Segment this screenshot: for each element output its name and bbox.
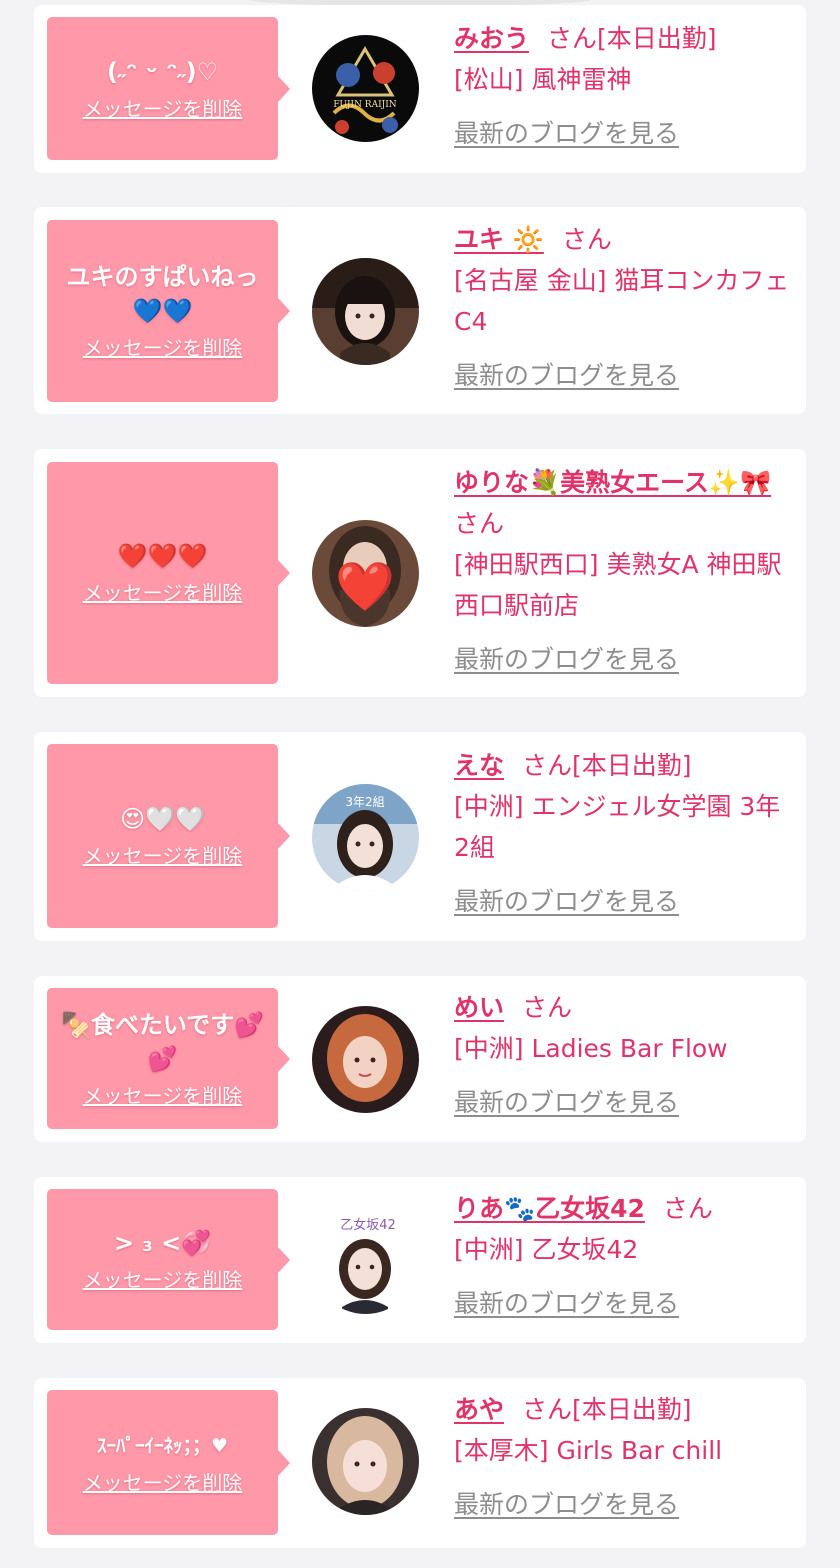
message-text: 😍🤍🤍 xyxy=(120,805,205,833)
delete-message-link[interactable]: メッセージを削除 xyxy=(83,95,243,123)
cast-info: あや さん[本日出勤] [本厚木] Girls Bar chill 最新のブログを… xyxy=(454,1389,792,1525)
avatar[interactable]: 3年2組 xyxy=(312,784,419,891)
message-bubble: 😍🤍🤍 メッセージを削除 xyxy=(47,744,290,928)
message-card: 😍🤍🤍 メッセージを削除 3年2組 えな さん[本日出勤] [中洲] エンジェル女… xyxy=(34,732,806,941)
cast-info: えな さん[本日出勤] [中洲] エンジェル女学園 3年2組 最新のブログを見る xyxy=(454,745,792,922)
delete-message-link[interactable]: メッセージを削除 xyxy=(83,1469,243,1497)
honorific: さん xyxy=(522,993,573,1022)
honorific: さん xyxy=(547,24,598,53)
message-text: 🍢食べたいです💕💕 xyxy=(60,1010,265,1073)
avatar-logo-text: FUJIN RAIJIN xyxy=(333,100,396,110)
message-text: (˶ᵔ ᵕ ᵔ˶)♡ xyxy=(106,57,219,86)
shop-name: [名古屋 金山] 猫耳コンカフェ C4 xyxy=(454,266,790,336)
honorific: さん xyxy=(522,1395,573,1424)
latest-blog-link[interactable]: 最新のブログを見る xyxy=(454,1283,679,1324)
cast-info: りあ🐾乙女坂42 さん [中洲] 乙女坂42 最新のブログを見る xyxy=(454,1188,792,1324)
cast-info: ユキ 🔆 さん [名古屋 金山] 猫耳コンカフェ C4 最新のブログを見る xyxy=(454,219,792,396)
message-bubble: 🍢食べたいです💕💕 メッセージを削除 xyxy=(47,988,290,1129)
message-bubble: ｽｰﾊﾟｰｲｰﾈｯ；；♥ メッセージを削除 xyxy=(47,1390,290,1535)
message-bubble: > ₃ <💞 メッセージを削除 xyxy=(47,1189,290,1330)
message-card: ❤️❤️❤️ メッセージを削除 ❤️ ゆりな💐美熟女エース✨🎀 さん [神田駅西口… xyxy=(34,449,806,697)
status-badge: [本日出勤] xyxy=(572,1395,692,1424)
delete-message-link[interactable]: メッセージを削除 xyxy=(83,842,243,870)
latest-blog-link[interactable]: 最新のブログを見る xyxy=(454,113,679,154)
latest-blog-link[interactable]: 最新のブログを見る xyxy=(454,1484,679,1525)
cast-name-link[interactable]: みおう xyxy=(454,24,529,53)
message-bubble: ❤️❤️❤️ メッセージを削除 xyxy=(47,462,290,684)
delete-message-link[interactable]: メッセージを削除 xyxy=(83,1266,243,1294)
cast-name-link[interactable]: ゆりな💐美熟女エース✨🎀 xyxy=(454,468,771,497)
shop-name: [中洲] 乙女坂42 xyxy=(454,1235,639,1264)
cast-info: ゆりな💐美熟女エース✨🎀 さん [神田駅西口] 美熟女A 神田駅西口駅前店 最新の… xyxy=(454,462,792,680)
message-text: ユキのすぱいねっ💙💙 xyxy=(66,263,259,325)
status-badge: [本日出勤] xyxy=(597,24,717,53)
message-text: ｽｰﾊﾟｰｲｰﾈｯ；；♥ xyxy=(96,1434,229,1457)
message-bubble: (˶ᵔ ᵕ ᵔ˶)♡ メッセージを削除 xyxy=(47,17,290,160)
avatar-sticker: ❤️ xyxy=(335,559,395,615)
message-card: > ₃ <💞 メッセージを削除 乙女坂42 りあ🐾乙女坂42 さん [中洲] 乙女… xyxy=(34,1177,806,1343)
message-bubble: ユキのすぱいねっ💙💙 メッセージを削除 xyxy=(47,220,290,402)
delete-message-link[interactable]: メッセージを削除 xyxy=(83,579,243,607)
message-list: (˶ᵔ ᵕ ᵔ˶)♡ メッセージを削除 FUJIN RAIJIN みおう さん[本… xyxy=(0,0,840,1568)
avatar-logo-text: 乙女坂42 xyxy=(340,1217,396,1233)
cast-name-link[interactable]: めい xyxy=(454,993,504,1022)
cast-name-link[interactable]: えな xyxy=(454,751,504,780)
shop-name: [中洲] Ladies Bar Flow xyxy=(454,1034,728,1063)
honorific: さん xyxy=(454,509,505,538)
latest-blog-link[interactable]: 最新のブログを見る xyxy=(454,355,679,396)
shop-name: [本厚木] Girls Bar chill xyxy=(454,1436,723,1465)
latest-blog-link[interactable]: 最新のブログを見る xyxy=(454,1082,679,1123)
cast-name-link[interactable]: ユキ 🔆 xyxy=(454,225,544,254)
honorific: さん xyxy=(662,1194,713,1223)
message-card: ｽｰﾊﾟｰｲｰﾈｯ；；♥ メッセージを削除 あや さん[本日出勤] [本厚木] G… xyxy=(34,1378,806,1548)
status-badge: [本日出勤] xyxy=(572,751,692,780)
message-text: > ₃ <💞 xyxy=(113,1228,212,1257)
avatar[interactable] xyxy=(312,1006,419,1113)
shop-name: [松山] 風神雷神 xyxy=(454,65,632,94)
latest-blog-link[interactable]: 最新のブログを見る xyxy=(454,881,679,922)
message-card: 🍢食べたいです💕💕 メッセージを削除 めい さん [中洲] Ladies Bar … xyxy=(34,976,806,1142)
message-text: ❤️❤️❤️ xyxy=(117,542,208,570)
avatar[interactable]: FUJIN RAIJIN xyxy=(312,35,419,142)
message-card: ユキのすぱいねっ💙💙 メッセージを削除 ユキ 🔆 さん [名古屋 金山] 猫耳コン… xyxy=(34,207,806,414)
cast-info: みおう さん[本日出勤] [松山] 風神雷神 最新のブログを見る xyxy=(454,18,792,154)
delete-message-link[interactable]: メッセージを削除 xyxy=(83,334,243,362)
avatar[interactable]: ❤️ xyxy=(312,520,419,627)
shop-name: [神田駅西口] 美熟女A 神田駅西口駅前店 xyxy=(454,550,782,620)
latest-blog-link[interactable]: 最新のブログを見る xyxy=(454,639,679,680)
delete-message-link[interactable]: メッセージを削除 xyxy=(83,1082,243,1110)
cast-name-link[interactable]: あや xyxy=(454,1395,504,1424)
cast-name-link[interactable]: りあ🐾乙女坂42 xyxy=(454,1194,645,1223)
honorific: さん xyxy=(522,751,573,780)
avatar[interactable] xyxy=(312,1408,419,1515)
message-card: (˶ᵔ ᵕ ᵔ˶)♡ メッセージを削除 FUJIN RAIJIN みおう さん[本… xyxy=(34,5,806,173)
avatar-logo-text: 3年2組 xyxy=(345,795,384,809)
honorific: さん xyxy=(561,225,612,254)
shop-name: [中洲] エンジェル女学園 3年2組 xyxy=(454,792,781,862)
avatar[interactable]: 乙女坂42 xyxy=(312,1207,419,1314)
avatar[interactable] xyxy=(312,258,419,365)
cast-info: めい さん [中洲] Ladies Bar Flow 最新のブログを見る xyxy=(454,987,792,1123)
